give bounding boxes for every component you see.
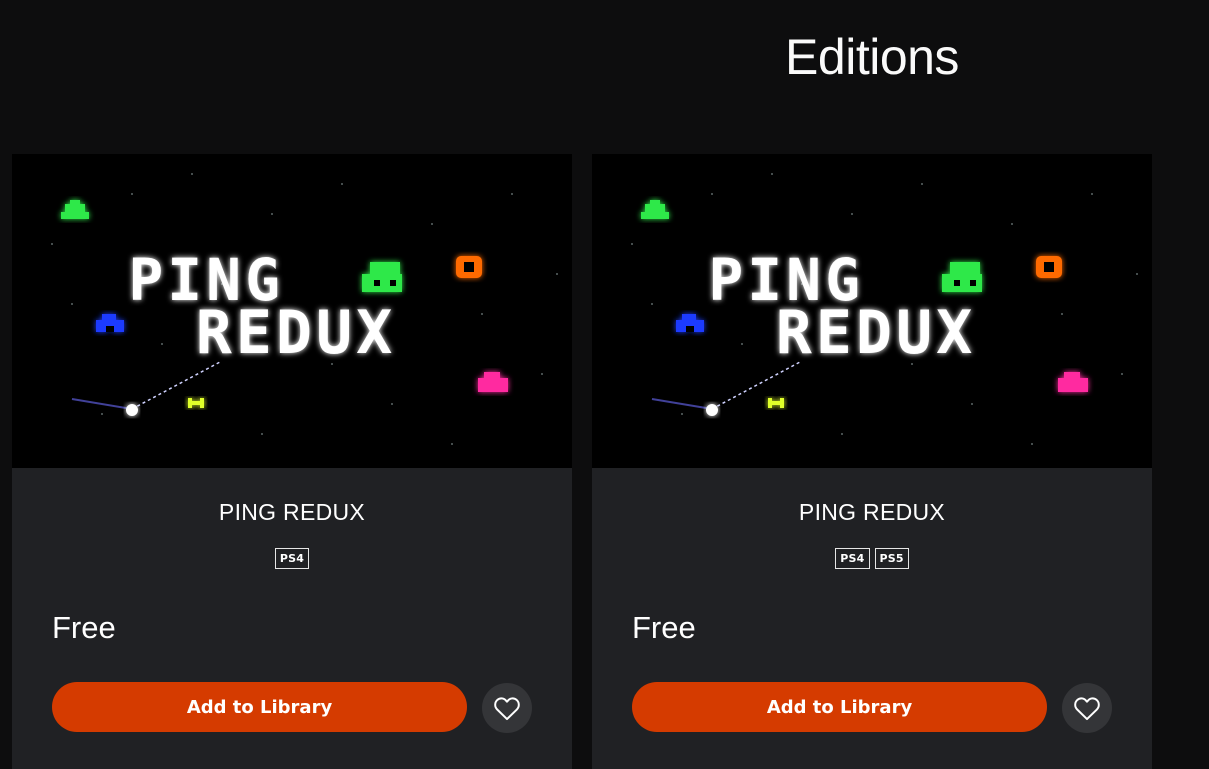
platform-badge-ps4: PS4 [274,548,310,569]
wishlist-button[interactable] [1062,683,1112,733]
add-to-library-button[interactable]: Add to Library [632,682,1047,732]
game-cover-art[interactable]: PING REDUX [592,154,1152,468]
heart-outline-icon [1074,697,1100,721]
cover-art-graphic: PING REDUX [12,154,572,468]
price-label: Free [632,610,696,645]
edition-title: PING REDUX [798,499,946,525]
edition-card[interactable]: PING REDUX PING REDUX PS4 Free Add to Li… [12,154,572,769]
art-title-line-2: REDUX [196,298,397,368]
wishlist-button[interactable] [482,683,532,733]
platform-badge-ps4: PS4 [835,548,870,569]
platform-badges: PS4 [12,548,572,569]
game-cover-art[interactable]: PING REDUX [12,154,572,468]
heart-outline-icon [494,697,520,721]
section-title: Editions [785,29,959,85]
platform-badge-ps5: PS5 [874,548,909,569]
edition-card[interactable]: PING REDUX PING REDUX PS4 PS5 Free Add t… [592,154,1152,769]
platform-badges: PS4 PS5 [592,548,1152,569]
add-to-library-button[interactable]: Add to Library [52,682,467,732]
cover-art-graphic: PING REDUX [592,154,1152,468]
art-title-line-2: REDUX [776,298,977,368]
price-label: Free [52,610,116,645]
edition-title: PING REDUX [218,499,366,525]
